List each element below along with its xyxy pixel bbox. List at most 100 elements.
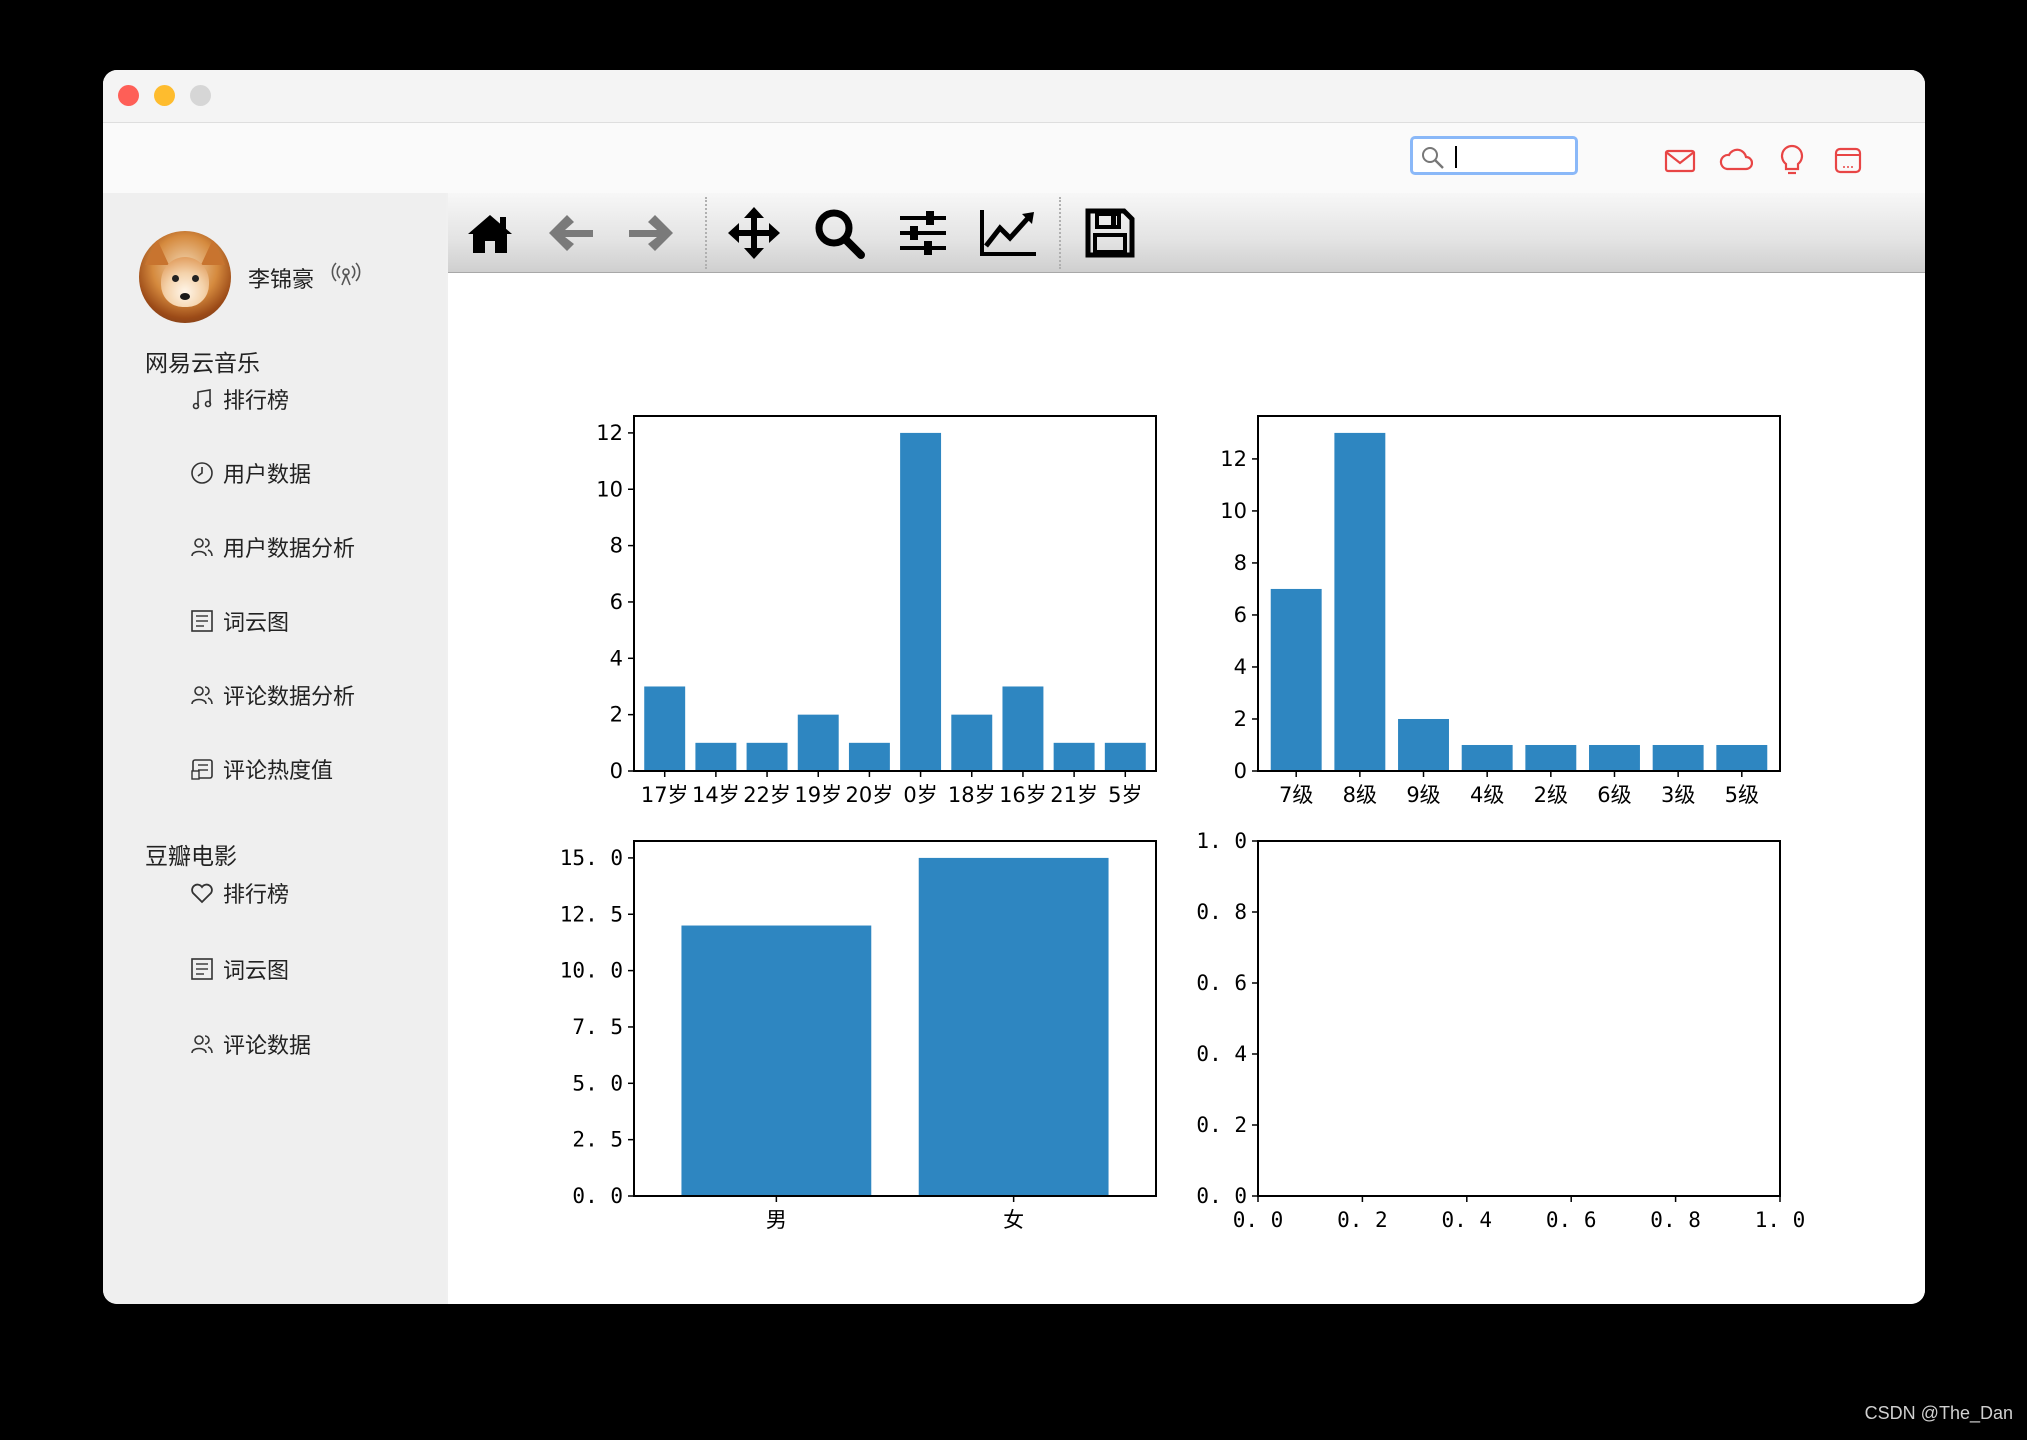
avatar[interactable] <box>139 231 231 323</box>
y-tick-label: 2. 5 <box>572 1128 623 1152</box>
y-tick-label: 10 <box>1220 499 1247 523</box>
x-tick-label: 4级 <box>1470 783 1504 807</box>
nav-item-ranking[interactable]: 排行榜 <box>189 382 289 416</box>
users-icon <box>189 1031 215 1057</box>
y-tick-label: 2 <box>1234 707 1247 731</box>
forward-button[interactable] <box>621 205 681 261</box>
avatar-ear <box>201 239 225 265</box>
chart-bar <box>746 742 788 771</box>
chart-bar <box>1053 742 1095 771</box>
cloud-icon[interactable] <box>1719 143 1754 177</box>
chart-bar <box>951 714 993 771</box>
x-tick-label: 21岁 <box>1050 783 1098 807</box>
chart-bar <box>1104 742 1146 771</box>
watermark: CSDN @The_Dan <box>1864 1403 2013 1423</box>
nav-item-label: 排行榜 <box>223 883 290 908</box>
nav-item-wordcloud[interactable]: 词云图 <box>189 604 289 638</box>
y-tick-label: 1. 0 <box>1196 829 1247 853</box>
y-tick-label: 6 <box>610 590 623 614</box>
nav-item-movie-comments[interactable]: 评论数据 <box>189 1027 311 1061</box>
broadcast-icon <box>329 261 363 292</box>
axes-frame <box>633 415 1157 772</box>
chart-bar <box>797 714 839 771</box>
music-note-icon <box>189 386 215 412</box>
save-button[interactable] <box>1080 205 1140 261</box>
search-icon <box>1422 147 1444 169</box>
nav-item-label: 评论热度值 <box>223 759 334 784</box>
nav-item-label: 词云图 <box>223 611 290 636</box>
chart-bar <box>1334 432 1386 771</box>
chart-bar <box>1589 744 1640 771</box>
back-arrow-icon <box>549 215 593 251</box>
zoom-button[interactable] <box>809 205 869 261</box>
zoom-window-button[interactable] <box>190 85 211 106</box>
plot-canvas[interactable]: 17岁 14岁 22岁 19岁 20岁 0岁 18岁 16岁 21岁 5岁 0 2 4 6 8 10 12 7级 8… <box>448 273 1925 1304</box>
chart-bar <box>695 742 737 771</box>
x-tick-label: 0. 4 <box>1442 1208 1493 1232</box>
username: 李锦豪 <box>248 268 315 293</box>
configure-subplots-button[interactable] <box>893 205 953 261</box>
x-tick-label: 7级 <box>1279 783 1313 807</box>
back-button[interactable] <box>541 205 601 261</box>
y-tick-label: 0. 2 <box>1196 1113 1247 1137</box>
lightbulb-icon[interactable] <box>1775 143 1809 177</box>
wordcloud-icon <box>189 956 215 982</box>
x-tick-label: 3级 <box>1661 783 1695 807</box>
mail-icon[interactable] <box>1663 143 1697 177</box>
users-icon <box>189 534 215 560</box>
plot-toolbar <box>448 193 1925 273</box>
sidebar: 李锦豪 网易云音乐 排行榜 用户数据 用户数据分析 词云图 评论数据分析 评论热… <box>103 193 446 1304</box>
toolbar-separator <box>705 197 707 269</box>
save-icon <box>1085 208 1135 258</box>
y-tick-label: 10. 0 <box>560 959 623 983</box>
search-input[interactable] <box>1461 141 1575 173</box>
y-tick-label: 15. 0 <box>560 846 623 870</box>
x-tick-label: 0. 6 <box>1546 1208 1597 1232</box>
edit-axis-icon <box>980 210 1036 256</box>
home-button[interactable] <box>460 205 520 261</box>
wordcloud-icon <box>189 608 215 634</box>
x-tick-label: 0岁 <box>903 783 937 807</box>
y-tick-label: 0. 8 <box>1196 900 1247 924</box>
x-tick-label: 14岁 <box>692 783 740 807</box>
edit-axis-button[interactable] <box>978 205 1038 261</box>
y-tick-label: 7. 5 <box>572 1015 623 1039</box>
section-title-netease: 网易云音乐 <box>145 351 260 377</box>
chart-bar <box>900 432 942 771</box>
app-window: 李锦豪 网易云音乐 排行榜 用户数据 用户数据分析 词云图 评论数据分析 评论热… <box>103 70 1925 1304</box>
configure-subplots-icon <box>900 211 946 255</box>
nav-item-movie-wordcloud[interactable]: 词云图 <box>189 952 289 986</box>
chart-bar <box>848 742 890 771</box>
y-tick-label: 12 <box>1220 447 1247 471</box>
chart-bar <box>644 686 686 771</box>
plots-svg: 17岁 14岁 22岁 19岁 20岁 0岁 18岁 16岁 21岁 5岁 0 2 4 6 8 10 12 7级 8… <box>560 415 1805 1232</box>
minimize-window-button[interactable] <box>154 85 175 106</box>
chart-bar <box>1652 744 1704 771</box>
axes-frame <box>1257 840 1781 1197</box>
y-tick-label: 0 <box>1234 759 1247 783</box>
nav-item-comment-heat[interactable]: 评论热度值 <box>189 752 333 786</box>
chart-bar <box>681 925 872 1196</box>
nav-item-comment-analysis[interactable]: 评论数据分析 <box>189 678 355 712</box>
x-tick-label: 6级 <box>1597 783 1631 807</box>
top-icon-group <box>1663 143 1865 177</box>
nav-item-user-analysis[interactable]: 用户数据分析 <box>189 530 355 564</box>
pan-button[interactable] <box>724 205 784 261</box>
clock-icon <box>189 460 215 486</box>
x-tick-label: 18岁 <box>948 783 996 807</box>
message-icon[interactable] <box>1831 143 1865 177</box>
nav-item-user-data[interactable]: 用户数据 <box>189 456 311 490</box>
close-window-button[interactable] <box>118 85 139 106</box>
nav-item-movie-ranking[interactable]: 排行榜 <box>189 876 289 910</box>
title-bar <box>103 70 1925 123</box>
x-tick-label: 男 <box>766 1208 787 1232</box>
search-box[interactable] <box>1410 136 1578 175</box>
y-tick-label: 5. 0 <box>572 1071 623 1095</box>
top-bar <box>103 123 1925 193</box>
chart-bar <box>1002 686 1044 771</box>
x-tick-label: 9级 <box>1406 783 1440 807</box>
x-tick-label: 16岁 <box>999 783 1047 807</box>
home-icon <box>468 215 512 253</box>
x-tick-label: 女 <box>1003 1208 1024 1232</box>
y-tick-label: 12. 5 <box>560 902 623 926</box>
